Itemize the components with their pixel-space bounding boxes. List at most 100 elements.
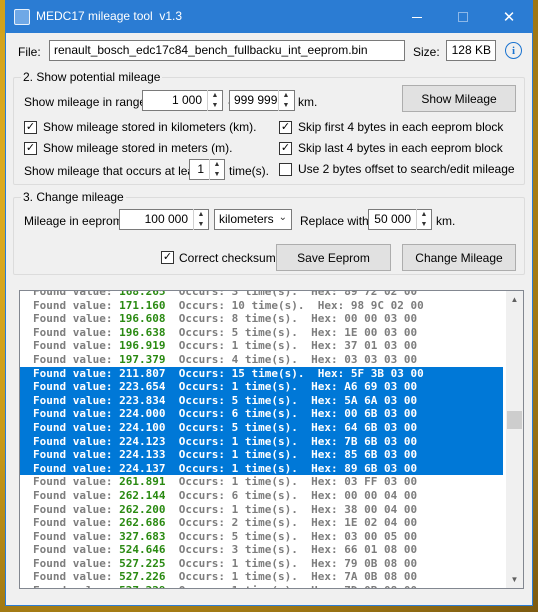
scroll-down-icon[interactable]: ▼	[506, 571, 523, 588]
maximize-button[interactable]	[440, 1, 486, 33]
chevron-down-icon: ⌄	[278, 212, 287, 223]
file-path-field[interactable]: renault_bosch_edc17c84_bench_fullbacku_i…	[49, 40, 405, 61]
result-row[interactable]: Found value: 224.100 Occurs: 5 time(s). …	[20, 420, 503, 435]
result-prefix: Found value:	[33, 393, 120, 407]
chevron-down-icon[interactable]: ▼	[210, 170, 224, 181]
result-row[interactable]: Found value: 262.144 Occurs: 6 time(s). …	[20, 489, 503, 503]
result-row[interactable]: Found value: 327.683 Occurs: 5 time(s). …	[20, 530, 503, 544]
result-value: 261.891	[119, 475, 166, 489]
result-row[interactable]: Found value: 196.919 Occurs: 1 time(s). …	[20, 339, 503, 353]
result-row[interactable]: Found value: 168.265 Occurs: 3 time(s). …	[20, 291, 503, 299]
result-row[interactable]: Found value: 527.226 Occurs: 1 time(s). …	[20, 570, 503, 584]
result-details: Occurs: 3 time(s). Hex: 66 01 08 00	[165, 543, 418, 557]
result-row[interactable]: Found value: 223.654 Occurs: 1 time(s). …	[20, 380, 503, 394]
result-row[interactable]: Found value: 527.229 Occurs: 1 time(s). …	[20, 584, 503, 588]
result-prefix: Found value:	[33, 502, 120, 516]
chevron-up-icon[interactable]: ▲	[210, 159, 224, 170]
scroll-up-icon[interactable]: ▲	[506, 291, 523, 308]
show-mileage-button[interactable]: Show Mileage	[402, 85, 516, 112]
result-value: 224.100	[119, 420, 166, 434]
show-km-label: Show mileage stored in kilometers (km).	[43, 120, 257, 134]
result-row[interactable]: Found value: 196.608 Occurs: 8 time(s). …	[20, 312, 503, 326]
result-details: Occurs: 1 time(s). Hex: 7A 0B 08 00	[165, 570, 418, 584]
result-prefix: Found value:	[33, 570, 120, 584]
skip-first-checkbox[interactable]: ✓	[279, 121, 292, 134]
result-prefix: Found value:	[33, 339, 120, 353]
result-row[interactable]: Found value: 527.225 Occurs: 1 time(s). …	[20, 557, 503, 571]
results-scrollbar[interactable]: ▲ ▼	[506, 291, 523, 588]
result-prefix: Found value:	[33, 380, 120, 394]
replace-unit: km.	[436, 214, 456, 228]
result-value: 527.229	[119, 584, 165, 588]
result-row[interactable]: Found value: 262.200 Occurs: 1 time(s). …	[20, 503, 503, 517]
result-row[interactable]: Found value: 224.123 Occurs: 1 time(s). …	[20, 434, 503, 449]
result-row[interactable]: Found value: 224.133 Occurs: 1 time(s). …	[20, 448, 503, 462]
offset-checkbox[interactable]	[279, 163, 292, 176]
results-list[interactable]: Found value: 168.265 Occurs: 3 time(s). …	[19, 290, 524, 589]
range-from-stepper[interactable]: ▲ ▼	[207, 90, 222, 111]
result-details: Occurs: 1 time(s). Hex: A6 69 03 00	[165, 380, 418, 394]
title-bar[interactable]: MEDC17 mileage tool v1.3 ✕	[6, 1, 532, 33]
result-row[interactable]: Found value: 223.834 Occurs: 5 time(s). …	[20, 393, 503, 408]
result-prefix: Found value:	[33, 475, 120, 489]
show-km-checkbox[interactable]: ✓	[24, 121, 37, 134]
result-value: 197.379	[119, 352, 166, 366]
result-prefix: Found value:	[33, 352, 120, 366]
result-row[interactable]: Found value: 197.379 Occurs: 4 time(s). …	[20, 353, 503, 367]
chevron-up-icon[interactable]: ▲	[194, 209, 208, 220]
result-details: Occurs: 1 time(s). Hex: 89 6B 03 00	[165, 461, 418, 475]
result-details: Occurs: 1 time(s). Hex: 85 6B 03 00	[165, 448, 418, 462]
result-value: 171.160	[119, 298, 166, 312]
result-row[interactable]: Found value: 196.638 Occurs: 5 time(s). …	[20, 326, 503, 340]
info-icon[interactable]: i	[505, 42, 522, 59]
chevron-up-icon[interactable]: ▲	[279, 90, 293, 101]
chevron-up-icon[interactable]: ▲	[417, 209, 431, 220]
result-row[interactable]: Found value: 524.646 Occurs: 3 time(s). …	[20, 543, 503, 557]
scroll-thumb[interactable]	[507, 410, 522, 429]
result-row[interactable]: Found value: 211.807 Occurs: 15 time(s).…	[20, 366, 503, 381]
result-row[interactable]: Found value: 224.000 Occurs: 6 time(s). …	[20, 407, 503, 421]
range-to-stepper[interactable]: ▲ ▼	[278, 90, 293, 111]
occurs-stepper[interactable]: ▲ ▼	[209, 159, 224, 180]
save-eeprom-button[interactable]: Save Eeprom	[276, 244, 391, 271]
results-rows: Found value: 168.265 Occurs: 3 time(s). …	[20, 291, 503, 588]
result-row[interactable]: Found value: 224.137 Occurs: 1 time(s). …	[20, 461, 503, 476]
replace-stepper[interactable]: ▲ ▼	[416, 209, 431, 230]
show-m-checkbox[interactable]: ✓	[24, 142, 37, 155]
correct-checksums-label: Correct checksums	[179, 251, 282, 265]
skip-last-checkbox[interactable]: ✓	[279, 142, 292, 155]
result-value: 224.133	[119, 448, 166, 462]
result-value: 262.144	[119, 488, 166, 502]
chevron-down-icon[interactable]: ▼	[279, 101, 293, 112]
range-label: Show mileage in range:	[24, 95, 150, 109]
close-button[interactable]: ✕	[486, 1, 532, 33]
chevron-up-icon[interactable]: ▲	[208, 90, 222, 101]
result-row[interactable]: Found value: 262.686 Occurs: 2 time(s). …	[20, 516, 503, 530]
result-prefix: Found value:	[33, 325, 120, 339]
result-value: 196.638	[119, 325, 166, 339]
result-prefix: Found value:	[33, 556, 120, 570]
result-details: Occurs: 5 time(s). Hex: 1E 00 03 00	[165, 325, 418, 339]
maximize-icon	[458, 12, 468, 22]
chevron-down-icon[interactable]: ▼	[208, 101, 222, 112]
result-details: Occurs: 5 time(s). Hex: 5A 6A 03 00	[165, 393, 418, 407]
result-value: 327.683	[119, 529, 166, 543]
size-label: Size:	[413, 45, 440, 59]
result-value: 211.807	[119, 366, 166, 380]
unit-select[interactable]: kilometers ⌄	[214, 209, 292, 230]
window-title: MEDC17 mileage tool v1.3	[36, 9, 183, 23]
minimize-button[interactable]	[394, 1, 440, 33]
file-label: File:	[18, 45, 41, 59]
eeprom-mileage-stepper[interactable]: ▲ ▼	[193, 209, 208, 230]
correct-checksums-checkbox[interactable]: ✓	[161, 251, 174, 264]
chevron-down-icon[interactable]: ▼	[194, 220, 208, 231]
chevron-down-icon[interactable]: ▼	[417, 220, 431, 231]
change-mileage-button[interactable]: Change Mileage	[402, 244, 516, 271]
result-row[interactable]: Found value: 261.891 Occurs: 1 time(s). …	[20, 475, 503, 489]
result-row[interactable]: Found value: 171.160 Occurs: 10 time(s).…	[20, 299, 503, 313]
result-value: 196.608	[119, 312, 166, 326]
result-value: 262.200	[119, 502, 166, 516]
result-details: Occurs: 10 time(s). Hex: 98 9C 02 00	[165, 298, 424, 312]
size-field: 128 KB	[446, 40, 496, 61]
result-value: 224.137	[119, 461, 166, 475]
